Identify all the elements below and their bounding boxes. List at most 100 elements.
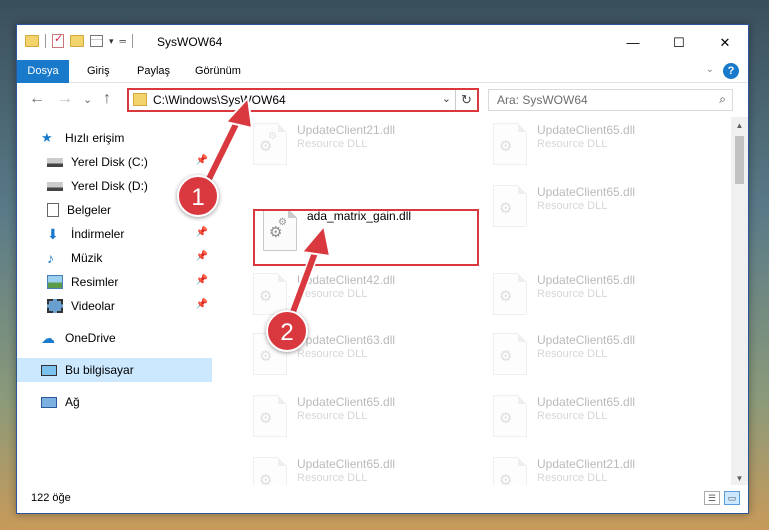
- sidebar-item-label: Bu bilgisayar: [65, 363, 134, 377]
- highlight-box: [253, 209, 479, 266]
- file-type: Resource DLL: [537, 472, 608, 484]
- properties-icon[interactable]: [90, 35, 103, 47]
- properties-check-icon[interactable]: [52, 32, 64, 48]
- star-icon: ★: [41, 130, 53, 145]
- sidebar-item-pictures[interactable]: Resimler 📌: [17, 270, 212, 294]
- pin-icon[interactable]: 📌: [196, 299, 208, 310]
- large-icons-view-icon[interactable]: ▭: [724, 491, 740, 505]
- file-item[interactable]: ⚙ UpdateClient65.dll Resource DLL: [483, 389, 703, 449]
- search-input[interactable]: [489, 90, 699, 110]
- address-bar[interactable]: C:\Windows\SysWOW64 ⌄ ↻: [127, 88, 479, 112]
- drive-icon: [47, 157, 63, 167]
- sidebar-item-label: Yerel Disk (D:): [71, 179, 148, 193]
- file-type: Resource DLL: [537, 348, 608, 360]
- sidebar-item-onedrive[interactable]: ☁ OneDrive: [17, 326, 212, 350]
- address-path[interactable]: C:\Windows\SysWOW64: [153, 93, 286, 107]
- folder-icon: [25, 35, 39, 47]
- vertical-scrollbar[interactable]: ▲ ▼: [731, 117, 748, 487]
- scroll-up-icon[interactable]: ▲: [731, 117, 748, 134]
- tab-share[interactable]: Paylaş: [125, 60, 182, 83]
- customize-toolbar-dropdown-icon[interactable]: ▾: [109, 36, 114, 47]
- file-list: ⚙ ⚙ UpdateClient21.dll Resource DLL ⚙ ⚙ …: [229, 117, 734, 487]
- sidebar-item-label: Müzik: [71, 251, 103, 265]
- search-box[interactable]: ⌕: [488, 89, 733, 111]
- file-item[interactable]: ⚙ UpdateClient21.dll Resource DLL: [483, 451, 703, 487]
- pin-icon[interactable]: 📌: [196, 275, 208, 286]
- network-icon: [41, 396, 57, 408]
- up-button[interactable]: ↑: [103, 90, 111, 108]
- sidebar-item-label: Videolar: [71, 299, 115, 313]
- file-item[interactable]: ⚙ ⚙ UpdateClient21.dll Resource DLL: [243, 117, 463, 177]
- file-name: UpdateClient65.dll: [537, 273, 636, 287]
- sidebar-item-music[interactable]: ♪ Müzik 📌: [17, 246, 212, 270]
- view-switcher: ☰ ▭: [704, 491, 740, 505]
- file-name: UpdateClient65.dll: [537, 123, 636, 137]
- back-button[interactable]: ←: [29, 90, 45, 108]
- address-dropdown-icon[interactable]: ⌄: [442, 92, 451, 105]
- gear-icon: ⚙: [268, 131, 277, 142]
- file-type: Resource DLL: [537, 410, 608, 422]
- minimize-button[interactable]: —: [610, 25, 656, 60]
- toolbar-overflow-icon[interactable]: ═: [120, 36, 126, 46]
- recent-locations-dropdown[interactable]: ⌄: [83, 93, 92, 106]
- file-type: Resource DLL: [297, 410, 368, 422]
- file-item[interactable]: ⚙ UpdateClient65.dll Resource DLL: [243, 389, 463, 449]
- step-2-badge: 2: [266, 310, 308, 352]
- tab-view[interactable]: Görünüm: [183, 60, 253, 83]
- sidebar-item-label: Hızlı erişim: [65, 131, 125, 145]
- tab-home[interactable]: Giriş: [75, 60, 122, 83]
- file-item[interactable]: ⚙ UpdateClient65.dll Resource DLL: [483, 327, 703, 387]
- help-icon[interactable]: ?: [723, 63, 739, 79]
- sidebar-item-local-disk-c[interactable]: Yerel Disk (C:) 📌: [17, 150, 212, 174]
- folder-icon: [133, 93, 147, 106]
- sidebar-item-network[interactable]: Ağ: [17, 390, 212, 414]
- file-type: Resource DLL: [537, 200, 608, 212]
- title-bar: ▾ ═ SysWOW64 — ☐ ✕: [17, 25, 748, 60]
- new-folder-icon[interactable]: [70, 35, 84, 47]
- forward-button[interactable]: →: [57, 90, 73, 108]
- file-item[interactable]: ⚙ UpdateClient65.dll Resource DLL: [483, 179, 703, 239]
- file-name: UpdateClient21.dll: [297, 123, 396, 137]
- quick-access-toolbar: ▾ ═: [25, 32, 133, 48]
- scrollbar-thumb[interactable]: [735, 136, 744, 184]
- file-item[interactable]: ⚙ UpdateClient65.dll Resource DLL: [483, 267, 703, 327]
- sidebar-item-label: İndirmeler: [71, 227, 125, 241]
- gear-icon: ⚙: [259, 348, 273, 365]
- music-icon: ♪: [47, 250, 54, 266]
- navigation-pane: ★ Hızlı erişim Yerel Disk (C:) 📌 Yerel D…: [17, 117, 212, 487]
- details-view-icon[interactable]: ☰: [704, 491, 720, 505]
- item-count: 122 öğe: [31, 492, 71, 504]
- gear-icon: ⚙: [499, 410, 513, 427]
- explorer-window: ▾ ═ SysWOW64 — ☐ ✕ Dosya Giriş Paylaş Gö…: [16, 24, 749, 514]
- sidebar-item-label: Yerel Disk (C:): [71, 155, 148, 169]
- sidebar-item-this-pc[interactable]: Bu bilgisayar: [17, 358, 212, 382]
- sidebar-item-quick-access[interactable]: ★ Hızlı erişim: [17, 126, 212, 150]
- videos-icon: [47, 299, 63, 313]
- sidebar-item-downloads[interactable]: ⬇ İndirmeler 📌: [17, 222, 212, 246]
- sidebar-item-videos[interactable]: Videolar 📌: [17, 294, 212, 318]
- pin-icon[interactable]: 📌: [196, 155, 208, 166]
- toolbar-divider: [131, 34, 133, 48]
- file-item[interactable]: ⚙ UpdateClient65.dll Resource DLL: [483, 117, 703, 177]
- file-name: UpdateClient42.dll: [297, 273, 396, 287]
- step-1-badge: 1: [177, 175, 219, 217]
- search-icon[interactable]: ⌕: [719, 92, 726, 107]
- sidebar-item-label: Belgeler: [67, 203, 112, 217]
- file-name: UpdateClient65.dll: [297, 395, 396, 409]
- file-item[interactable]: ⚙ UpdateClient65.dll Resource DLL: [243, 451, 463, 487]
- expand-ribbon-icon[interactable]: ⌄: [706, 64, 714, 75]
- window-controls: — ☐ ✕: [610, 25, 748, 60]
- computer-icon: [41, 364, 57, 376]
- ribbon-tabs: Dosya Giriş Paylaş Görünüm ⌄ ?: [17, 60, 748, 120]
- refresh-button[interactable]: ↻: [455, 90, 477, 110]
- file-type: Resource DLL: [297, 288, 368, 300]
- maximize-button[interactable]: ☐: [656, 25, 702, 60]
- file-name: UpdateClient65.dll: [297, 457, 396, 471]
- close-button[interactable]: ✕: [702, 25, 748, 60]
- pictures-icon: [47, 275, 63, 289]
- file-name: UpdateClient63.dll: [297, 333, 396, 347]
- cloud-icon: ☁: [41, 330, 55, 346]
- sidebar-item-label: OneDrive: [65, 331, 116, 345]
- pin-icon[interactable]: 📌: [196, 251, 208, 262]
- pin-icon[interactable]: 📌: [196, 227, 208, 238]
